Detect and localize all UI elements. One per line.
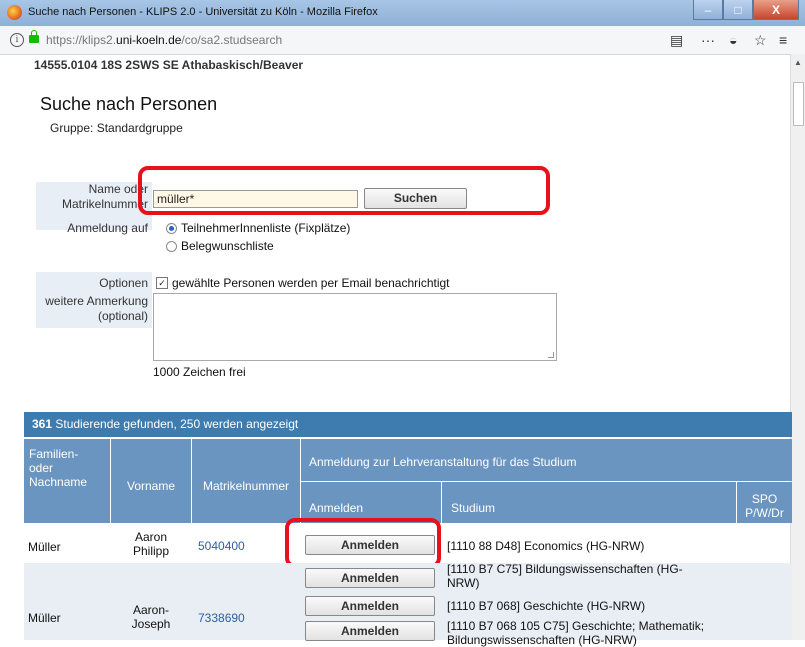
registration-label: Anmeldung auf: [67, 221, 148, 235]
row2-family: Müller: [28, 611, 61, 625]
notify-label: gewählte Personen werden per Email benac…: [172, 276, 450, 290]
register-highlight: [285, 518, 441, 568]
firefox-icon: [7, 5, 22, 20]
name-label-1: Name oder: [88, 182, 148, 196]
search-highlight: [138, 166, 550, 215]
notify-checkbox[interactable]: ✓: [156, 277, 168, 289]
row2-study-1: [1110 B7 C75] Bildungswissenschaften (HG…: [447, 562, 683, 590]
row1-matric-link[interactable]: 5040400: [198, 539, 245, 553]
info-icon[interactable]: i: [10, 33, 24, 47]
col-first-name: Vorname: [111, 439, 191, 523]
radio-wish-list[interactable]: [166, 241, 177, 252]
scroll-up-icon[interactable]: ▲: [794, 58, 802, 67]
register-button[interactable]: Anmelden: [305, 596, 435, 616]
col-register: Anmelden: [301, 482, 441, 523]
window-titlebar: Suche nach Personen - KLIPS 2.0 - Univer…: [0, 0, 805, 26]
more-icon[interactable]: ···: [701, 32, 715, 48]
page-scrollbar[interactable]: ▲: [790, 54, 805, 640]
remark-label-1: weitere Anmerkung: [45, 294, 148, 308]
remark-textarea[interactable]: [153, 293, 557, 361]
row2-first: Aaron- Joseph: [131, 603, 171, 631]
address-bar[interactable]: i https://klips2.uni-koeln.de/co/sa2.stu…: [0, 26, 805, 55]
scroll-thumb[interactable]: [793, 82, 804, 126]
course-title: 14555.0104 18S 2SWS SE Athabaskisch/Beav…: [34, 58, 304, 72]
row1-study-1: [1110 88 D48] Economics (HG-NRW): [447, 539, 645, 553]
remark-label-2: (optional): [97, 309, 148, 323]
col-matric: Matrikelnummer: [192, 439, 300, 523]
page-title: Suche nach Personen: [40, 94, 218, 114]
close-button[interactable]: X: [753, 0, 799, 20]
col-study: Studium: [442, 482, 736, 523]
bookmark-star-icon[interactable]: ☆: [754, 32, 767, 49]
register-button[interactable]: Anmelden: [305, 568, 435, 588]
chars-left: 1000 Zeichen frei: [153, 365, 246, 379]
register-button[interactable]: Anmelden: [305, 621, 435, 641]
row1-first: Aaron Philipp: [132, 530, 170, 558]
url-text[interactable]: https://klips2.uni-koeln.de/co/sa2.studs…: [46, 33, 282, 47]
radio-wish-list-label: Belegwunschliste: [181, 239, 274, 253]
lock-icon[interactable]: [29, 30, 39, 43]
col-family: Familien-oder Nachname: [24, 439, 110, 523]
name-label-2: Matrikelnummer: [61, 197, 148, 211]
radio-participant-list-label: TeilnehmerInnenliste (Fixplätze): [181, 221, 351, 235]
radio-participant-list[interactable]: [166, 223, 177, 234]
pocket-icon[interactable]: ◒: [729, 32, 737, 48]
col-spo: SPO P/W/Dr: [737, 482, 792, 523]
row2-study-3: [1110 B7 068 105 C75] Geschichte; Mathem…: [447, 619, 705, 647]
group-label: Gruppe: Standardgruppe: [50, 121, 183, 135]
minimize-button[interactable]: –: [693, 0, 723, 20]
row1-family: Müller: [28, 540, 61, 554]
col-registration-group: Anmeldung zur Lehrveranstaltung für das …: [301, 439, 792, 481]
options-label: Optionen: [99, 276, 148, 290]
window-title: Suche nach Personen - KLIPS 2.0 - Univer…: [28, 6, 378, 18]
row2-matric-link[interactable]: 7338690: [198, 611, 245, 625]
sidebar-icon[interactable]: ≡: [779, 32, 787, 48]
maximize-button[interactable]: □: [723, 0, 753, 20]
results-summary: 361 Studierende gefunden, 250 werden ang…: [24, 412, 792, 437]
reader-view-icon[interactable]: ▤: [670, 32, 683, 49]
row2-study-2: [1110 B7 068] Geschichte (HG-NRW): [447, 599, 646, 613]
